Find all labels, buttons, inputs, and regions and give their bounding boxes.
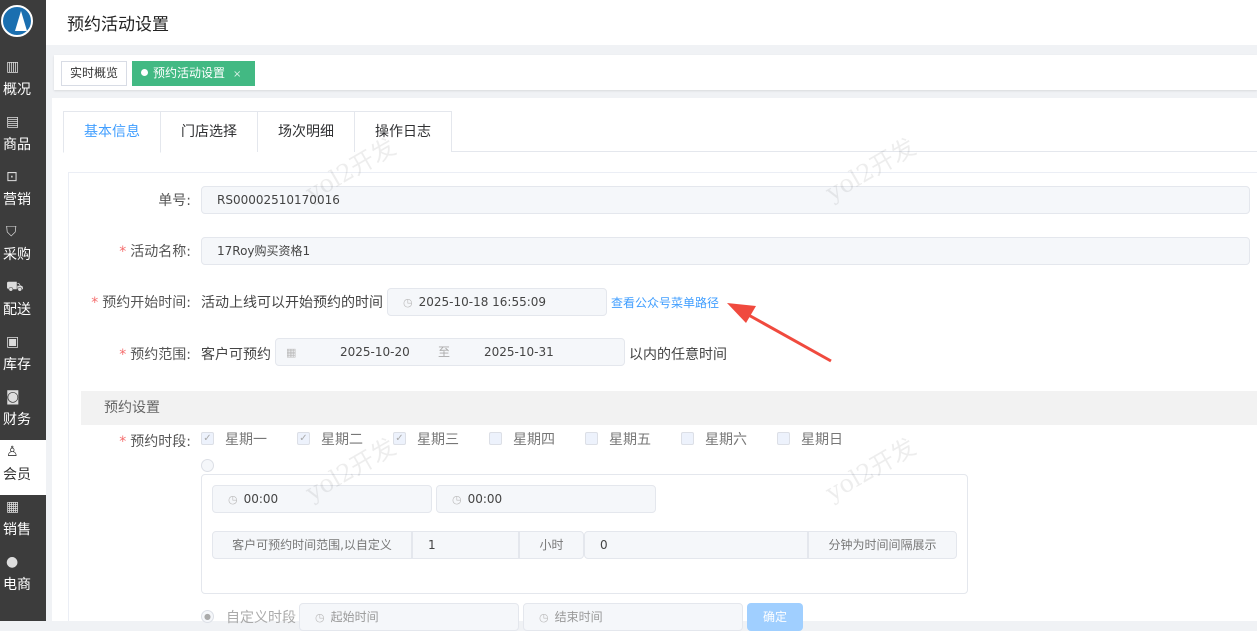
radio-custom-period[interactable]: ● — [201, 610, 214, 623]
day-label: 星期二 — [321, 432, 363, 448]
tab-basic-info[interactable]: 基本信息 — [63, 111, 161, 153]
order-no-field[interactable]: RS00002510170016 — [201, 186, 1250, 214]
clock-icon: ◷ — [315, 611, 325, 624]
basic-info-form: 单号: RS00002510170016 * 活动名称: 17Roy购买资格1 *… — [68, 172, 1257, 631]
tab-operation-log[interactable]: 操作日志 — [354, 111, 452, 152]
calendar-icon: ▦ — [286, 346, 297, 359]
sidebar-item-1[interactable]: ▤ 商品 — [0, 110, 46, 165]
day-checkbox[interactable] — [489, 432, 502, 445]
radio-default[interactable] — [201, 459, 214, 472]
sidebar-item-label: 概况 — [3, 82, 31, 98]
view-menu-path-link[interactable]: 查看公众号菜单路径 — [611, 294, 719, 311]
wallet-icon: ◙ — [6, 389, 20, 405]
sidebar-item-label: 商品 — [3, 137, 31, 153]
custom-end-picker[interactable]: ◷ 结束时间 — [523, 603, 743, 631]
day-checkbox[interactable] — [681, 432, 694, 445]
day-checkbox[interactable]: ✓ — [201, 432, 214, 445]
start-time-label: * 预约开始时间: — [91, 295, 191, 311]
day-checkbox[interactable] — [777, 432, 790, 445]
sidebar-item-label: 会员 — [3, 467, 31, 483]
clock-icon: ◷ — [539, 611, 549, 624]
page-header: 预约活动设置 — [46, 0, 1257, 45]
day-label: 星期五 — [609, 432, 651, 448]
sidebar-item-0[interactable]: ▥ 概况 — [0, 55, 46, 110]
day-label: 星期日 — [801, 432, 843, 448]
clock-icon: ◷ — [452, 493, 462, 506]
person-icon: ● — [6, 554, 19, 570]
cart-icon: ⛉ — [6, 224, 17, 240]
tag-bar: 实时概览 预约活动设置 × — [54, 55, 1257, 90]
tab-session-detail[interactable]: 场次明细 — [257, 111, 355, 152]
sidebar-item-9[interactable]: ● 电商 — [0, 550, 46, 605]
day-label: 星期一 — [225, 432, 267, 448]
tabs: 基本信息 门店选择 场次明细 操作日志 — [63, 111, 1257, 153]
sidebar-item-label: 销售 — [3, 522, 31, 538]
tag-realtime-overview[interactable]: 实时概览 — [61, 61, 128, 86]
sidebar-item-label: 财务 — [3, 412, 31, 428]
day-label: 星期四 — [513, 432, 555, 448]
minutes-input[interactable]: 0 — [584, 531, 808, 559]
confirm-button[interactable]: 确定 — [747, 603, 803, 631]
clock-icon: ◷ — [403, 296, 413, 309]
register-icon: ▦ — [6, 499, 20, 515]
sidebar-item-label: 电商 — [3, 577, 31, 593]
day-checkbox[interactable] — [585, 432, 598, 445]
page-title: 预约活动设置 — [67, 15, 169, 35]
time-from-picker[interactable]: ◷ 00:00 — [212, 485, 432, 513]
day-checkbox[interactable]: ✓ — [297, 432, 310, 445]
date-range-picker[interactable]: ▦ 2025-10-20 至 2025-10-31 — [275, 338, 625, 366]
time-to-picker[interactable]: ◷ 00:00 — [436, 485, 656, 513]
section-header: 预约设置 — [81, 391, 1257, 425]
logo — [1, 5, 33, 37]
name-label: * 活动名称: — [119, 244, 191, 260]
hours-input[interactable]: 1 — [412, 531, 519, 559]
start-time-picker[interactable]: ◷ 2025-10-18 16:55:09 — [387, 288, 607, 316]
active-dot-icon — [141, 69, 148, 76]
day-label: 星期三 — [417, 432, 459, 448]
day-label: 星期六 — [705, 432, 747, 448]
tag-reservation-settings[interactable]: 预约活动设置 × — [132, 61, 255, 86]
hours-unit: 小时 — [519, 531, 584, 559]
document-icon: ▤ — [6, 114, 20, 130]
range-label: * 预约范围: — [119, 347, 191, 363]
bag-icon: ⊡ — [6, 169, 18, 185]
activity-name-field[interactable]: 17Roy购买资格1 — [201, 237, 1250, 265]
start-time-prefix: 活动上线可以开始预约的时间 — [201, 295, 383, 311]
tab-store-select[interactable]: 门店选择 — [160, 111, 258, 152]
custom-period-label: 自定义时段 — [226, 610, 296, 626]
clock-icon: ◷ — [228, 493, 238, 506]
time-settings-box: ◷ 00:00 ◷ 00:00 客户可预约时间范围,以自定义 1 小时 0 分钟为时… — [201, 474, 968, 594]
day-checkbox[interactable]: ✓ — [393, 432, 406, 445]
close-icon[interactable]: × — [233, 69, 241, 80]
range-prefix: 客户可预约 — [201, 347, 271, 363]
interval-suffix: 分钟为时间间隔展示 — [808, 531, 957, 559]
period-label: * 预约时段: — [119, 434, 191, 450]
order-no-label: 单号: — [158, 193, 191, 209]
custom-start-picker[interactable]: ◷ 起始时间 — [299, 603, 519, 631]
building-icon: ▥ — [6, 59, 20, 75]
sidebar-item-8[interactable]: ▦ 销售 — [0, 495, 46, 550]
interval-prefix: 客户可预约时间范围,以自定义 — [212, 531, 412, 559]
range-suffix: 以内的任意时间 — [629, 347, 727, 363]
